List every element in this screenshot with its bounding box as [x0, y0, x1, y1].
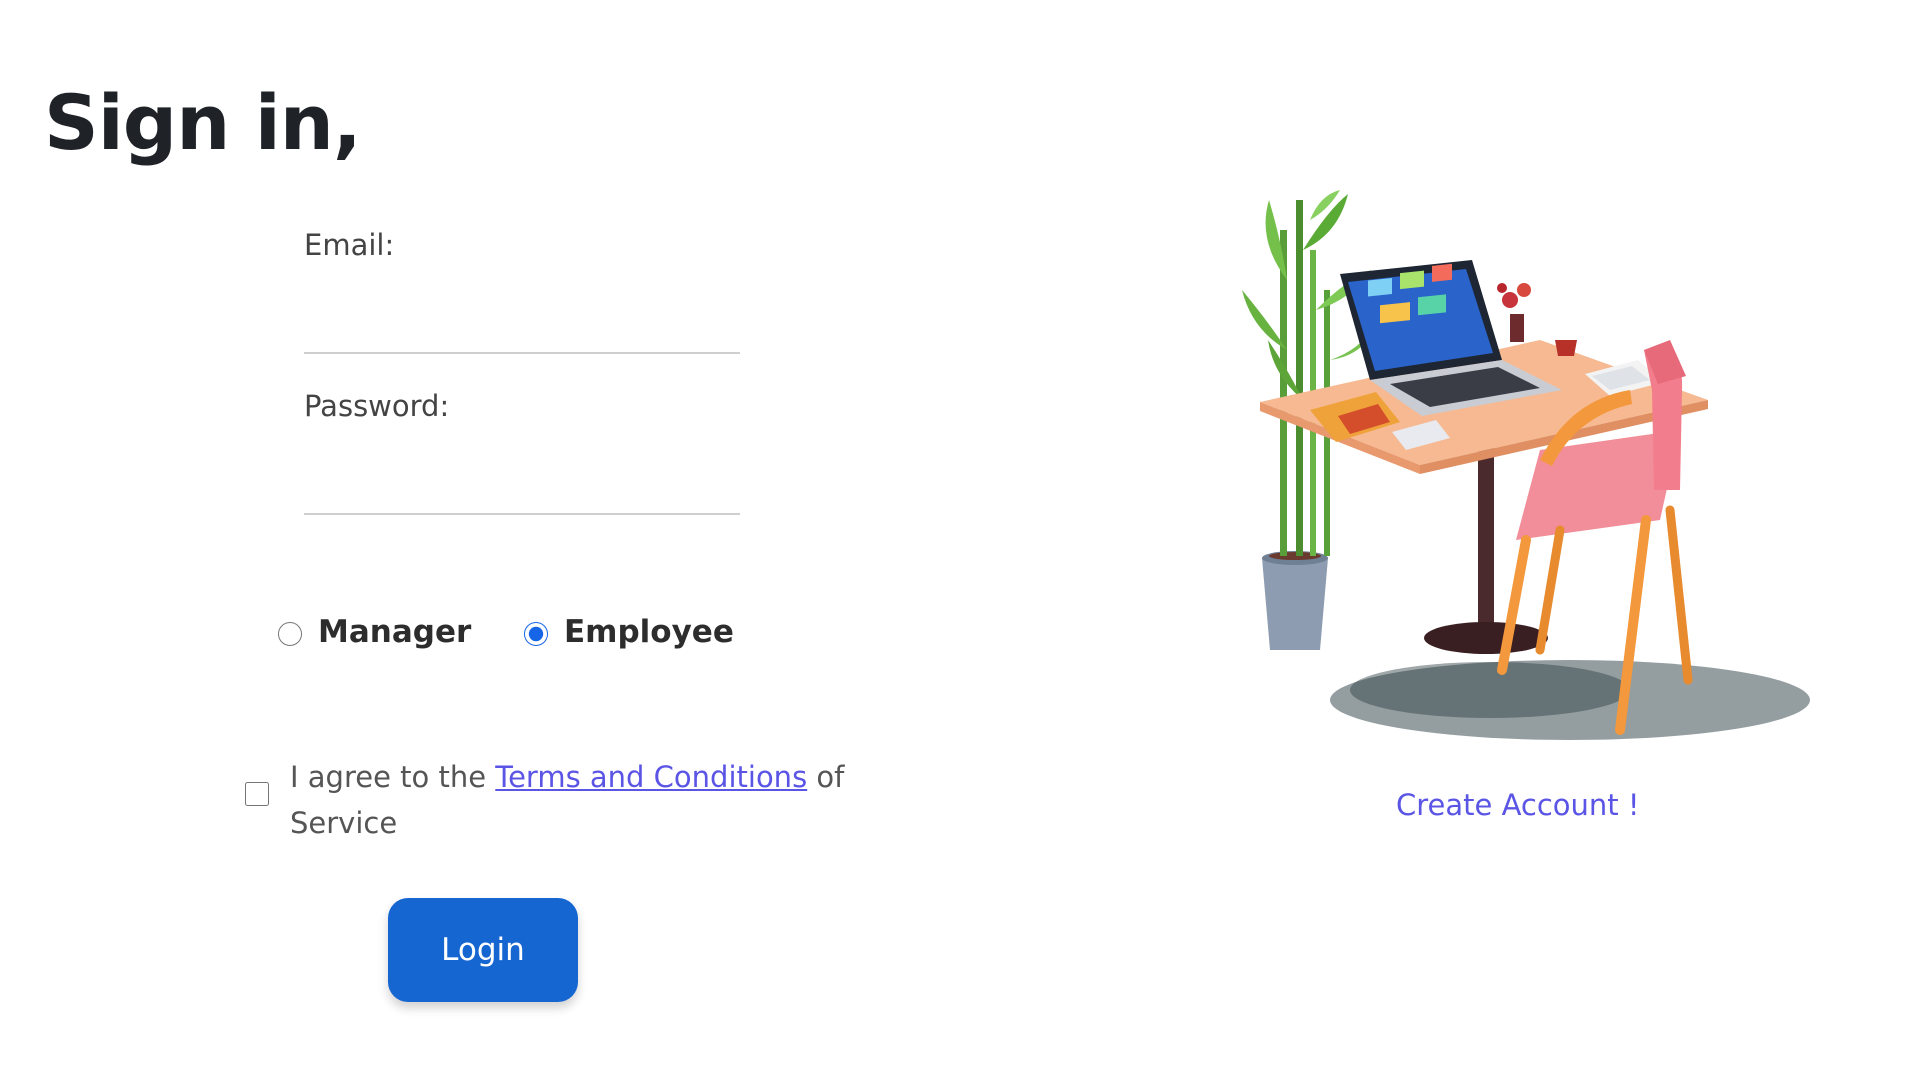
manager-radio[interactable]	[278, 622, 302, 646]
terms-prefix: I agree to the	[290, 760, 496, 794]
page-title: Sign in,	[44, 78, 362, 167]
password-label: Password:	[304, 389, 450, 423]
sign-in-page: Sign in, Email: Password: Manager Employ…	[0, 0, 1920, 1080]
terms-text: I agree to the Terms and Conditions of S…	[290, 754, 870, 846]
desk-illustration	[1242, 190, 1810, 740]
employee-radio[interactable]	[524, 622, 548, 646]
email-label: Email:	[304, 228, 395, 262]
terms-checkbox[interactable]	[245, 782, 269, 806]
create-account-link[interactable]: Create Account !	[1396, 788, 1640, 822]
email-field[interactable]	[304, 306, 740, 354]
login-button[interactable]: Login	[388, 898, 578, 1002]
employee-radio-label[interactable]: Employee	[564, 614, 734, 650]
password-field[interactable]	[304, 467, 740, 515]
terms-link[interactable]: Terms and Conditions	[495, 760, 807, 794]
manager-radio-label[interactable]: Manager	[318, 614, 471, 650]
